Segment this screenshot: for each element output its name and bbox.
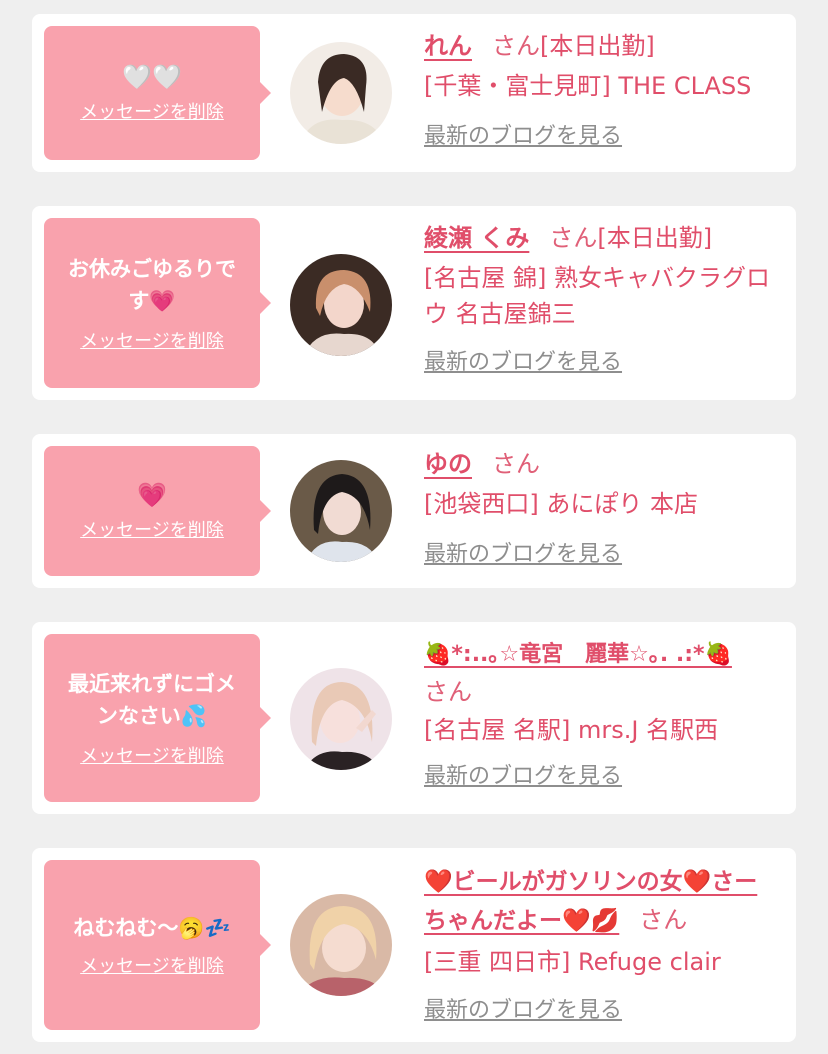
delete-message-link[interactable]: メッセージを削除 (80, 98, 224, 124)
honorific: さん (424, 678, 472, 706)
message-text: ねむねむ〜🥱💤 (73, 916, 231, 940)
latest-blog-link[interactable]: 最新のブログを見る (424, 758, 622, 790)
work-status: [本日出勤] (540, 32, 655, 60)
shop-name: [千葉・富士見町] THE CLASS (424, 72, 752, 100)
avatar[interactable] (290, 254, 392, 356)
honorific: さん (492, 32, 540, 60)
avatar[interactable] (290, 42, 392, 144)
avatar[interactable] (290, 894, 392, 996)
girl-info: 綾瀬 くみ さん[本日出勤] [名古屋 錦] 熟女キャバクラグロウ 名古屋錦三 最… (424, 220, 780, 376)
name-line: 🍓*:..｡☆竜宮 麗華☆｡. .:*🍓 (424, 634, 780, 674)
girl-info: ゆの さん [池袋西口] あにぽり 本店 最新のブログを見る (424, 446, 780, 568)
honorific-line: さん (424, 674, 780, 710)
message-card: お休みごゆるりです💗 メッセージを削除 綾瀬 くみ さん[本日出勤] [名古屋 錦… (32, 206, 796, 400)
girl-info: 🍓*:..｡☆竜宮 麗華☆｡. .:*🍓 さん [名古屋 名駅] mrs.J 名… (424, 634, 780, 790)
work-status: [本日出勤] (597, 224, 713, 252)
message-text: 最近来れずにゴメンなさい💦 (68, 672, 236, 728)
message-text: 💗 (137, 481, 167, 509)
girl-name-link[interactable]: れん (424, 32, 472, 60)
shop-name: [名古屋 錦] 熟女キャバクラグロウ 名古屋錦三 (424, 264, 770, 328)
message-text: お休みごゆるりです💗 (68, 257, 236, 313)
girl-name-link[interactable]: 綾瀬 くみ (424, 224, 529, 252)
avatar[interactable] (290, 668, 392, 770)
honorific: さん (549, 224, 598, 252)
girl-name-link[interactable]: 🍓*:..｡☆竜宮 麗華☆｡. .:*🍓 (424, 642, 732, 667)
girl-info: ❤️ビールがガソリンの女❤️さーちゃんだよー❤️💋 さん [三重 四日市] Ref… (424, 862, 780, 1024)
delete-message-link[interactable]: メッセージを削除 (80, 327, 224, 353)
girl-info: れん さん[本日出勤] [千葉・富士見町] THE CLASS 最新のブログを見る (424, 28, 780, 150)
delete-message-link[interactable]: メッセージを削除 (80, 952, 224, 978)
message-card: ねむねむ〜🥱💤 メッセージを削除 ❤️ビールがガソリンの女❤️さーちゃんだよー❤… (32, 848, 796, 1042)
message-card: 🤍🤍 メッセージを削除 れん さん[本日出勤] [千葉・富士見町] THE CLA… (32, 14, 796, 172)
shop-name: [三重 四日市] Refuge clair (424, 948, 721, 976)
latest-blog-link[interactable]: 最新のブログを見る (424, 118, 622, 150)
message-list: 🤍🤍 メッセージを削除 れん さん[本日出勤] [千葉・富士見町] THE CLA… (0, 0, 828, 1054)
message-bubble: 🤍🤍 メッセージを削除 (44, 26, 271, 160)
girl-name-link[interactable]: ゆの (424, 450, 472, 478)
delete-message-link[interactable]: メッセージを削除 (80, 742, 224, 768)
name-line: れん さん[本日出勤] (424, 28, 780, 64)
message-text: 🤍🤍 (122, 63, 182, 91)
message-bubble: 💗 メッセージを削除 (44, 446, 271, 576)
message-bubble: お休みごゆるりです💗 メッセージを削除 (44, 218, 271, 388)
message-card: 最近来れずにゴメンなさい💦 メッセージを削除 🍓*:..｡☆竜宮 麗華☆｡. .… (32, 622, 796, 814)
girl-name-link[interactable]: ❤️ビールがガソリンの女❤️さーちゃんだよー❤️💋 (424, 869, 757, 934)
delete-message-link[interactable]: メッセージを削除 (80, 516, 224, 542)
shop-name: [名古屋 名駅] mrs.J 名駅西 (424, 716, 719, 744)
honorific: さん (492, 450, 540, 478)
name-line: ❤️ビールがガソリンの女❤️さーちゃんだよー❤️💋 さん (424, 862, 780, 940)
avatar[interactable] (290, 460, 392, 562)
latest-blog-link[interactable]: 最新のブログを見る (424, 536, 622, 568)
message-bubble: ねむねむ〜🥱💤 メッセージを削除 (44, 860, 271, 1030)
name-line: ゆの さん (424, 446, 780, 482)
message-card: 💗 メッセージを削除 ゆの さん [池袋西口] あにぽり 本店 最新のブログを見る (32, 434, 796, 588)
shop-name: [池袋西口] あにぽり 本店 (424, 490, 698, 518)
message-bubble: 最近来れずにゴメンなさい💦 メッセージを削除 (44, 634, 271, 802)
name-line: 綾瀬 くみ さん[本日出勤] (424, 220, 780, 256)
latest-blog-link[interactable]: 最新のブログを見る (424, 992, 622, 1024)
honorific: さん (639, 906, 688, 934)
latest-blog-link[interactable]: 最新のブログを見る (424, 344, 622, 376)
